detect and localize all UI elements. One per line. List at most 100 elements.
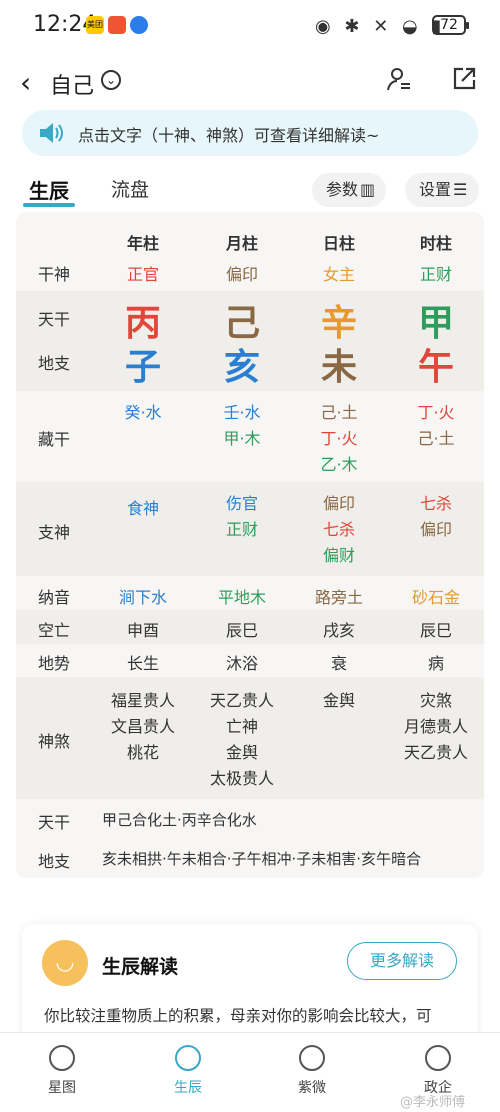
battery-indicator: 72 bbox=[432, 15, 469, 35]
yin-yang-icon bbox=[175, 1045, 201, 1071]
dishi-month[interactable]: 沐浴 bbox=[207, 650, 277, 674]
nav-label: 生辰 bbox=[174, 1080, 202, 1096]
nav-item-shengchen[interactable]: 生辰 bbox=[148, 1045, 228, 1097]
card-text: 你比较注重物质上的积累，母亲对你的影响会比较大，可 bbox=[44, 1007, 432, 1025]
tab-shengchen[interactable]: 生辰 bbox=[29, 175, 69, 204]
canggan-day-3[interactable]: 乙·木 bbox=[304, 451, 374, 475]
person-switch-icon[interactable] bbox=[386, 66, 412, 92]
zhishen-day-1[interactable]: 偏印 bbox=[304, 490, 374, 514]
meituan-icon: 美团 bbox=[86, 16, 104, 34]
column-header-day: 日柱 bbox=[322, 234, 355, 253]
shensha-month-4[interactable]: 太极贵人 bbox=[197, 765, 287, 789]
constellation-icon bbox=[299, 1045, 325, 1071]
canggan-day-2[interactable]: 丁·火 bbox=[304, 425, 374, 449]
bottom-nav: 星图 生辰 紫微 政企 @李永师傅 bbox=[0, 1032, 500, 1112]
shensha-year-1[interactable]: 福星贵人 bbox=[98, 687, 188, 711]
shensha-hour-3[interactable]: 天乙贵人 bbox=[391, 739, 481, 763]
params-button[interactable]: 参数 ▥ bbox=[312, 173, 386, 207]
row-label-ganshen: 干神 bbox=[38, 265, 71, 284]
shensha-year-2[interactable]: 文昌贵人 bbox=[98, 713, 188, 737]
shensha-hour-2[interactable]: 月德贵人 bbox=[391, 713, 481, 737]
star-chart-icon bbox=[49, 1045, 75, 1071]
shensha-day-1[interactable]: 金舆 bbox=[294, 687, 384, 711]
zhishen-year-1[interactable]: 食神 bbox=[108, 495, 178, 519]
dizhi-month[interactable]: 亥 bbox=[212, 338, 272, 390]
dishi-day[interactable]: 衰 bbox=[304, 650, 374, 674]
relations-dizhi[interactable]: 亥未相拱·午未相合·子午相冲·子未相害·亥午暗合 bbox=[102, 848, 421, 869]
compass-icon bbox=[425, 1045, 451, 1071]
speaker-icon bbox=[38, 121, 64, 145]
hint-text: 点击文字（十神、神煞）可查看详细解读~ bbox=[78, 126, 380, 145]
ganshen-year[interactable]: 正官 bbox=[108, 261, 178, 285]
zhishen-day-2[interactable]: 七杀 bbox=[304, 516, 374, 540]
zhishen-hour-2[interactable]: 偏印 bbox=[401, 516, 471, 540]
dishi-hour[interactable]: 病 bbox=[401, 650, 471, 674]
zhishen-month-2[interactable]: 正财 bbox=[207, 516, 277, 540]
column-header-month: 月柱 bbox=[225, 234, 258, 253]
zhishen-day-3[interactable]: 偏财 bbox=[304, 542, 374, 566]
dizhi-year[interactable]: 子 bbox=[113, 338, 173, 390]
ganshen-day[interactable]: 女主 bbox=[304, 261, 374, 285]
shensha-hour-1[interactable]: 灾煞 bbox=[391, 687, 481, 711]
nav-label: 星图 bbox=[48, 1080, 76, 1096]
dishi-year[interactable]: 长生 bbox=[108, 650, 178, 674]
canggan-day-1[interactable]: 己·土 bbox=[304, 399, 374, 423]
share-icon[interactable] bbox=[451, 66, 477, 92]
nayin-year[interactable]: 涧下水 bbox=[108, 584, 178, 608]
tab-bar: 生辰 流盘 参数 ▥ 设置 ☰ bbox=[0, 165, 500, 213]
status-bar: 12:24 美团 ◉ ✱ ✕ ◒ ▮ 72 bbox=[0, 0, 500, 52]
dizhi-hour[interactable]: 午 bbox=[406, 338, 466, 390]
row-label-tiangan: 天干 bbox=[38, 310, 71, 329]
chart-icon: ▥ bbox=[360, 180, 376, 199]
nav-item-ziwei[interactable]: 紫微 bbox=[272, 1045, 352, 1097]
more-interpretation-button[interactable]: 更多解读 bbox=[347, 942, 457, 980]
chevron-down-icon[interactable]: ⌄ bbox=[101, 70, 121, 90]
back-button[interactable]: ‹ bbox=[20, 66, 31, 99]
app-header: ‹ 自己 ⌄ bbox=[0, 52, 500, 110]
params-label: 参数 bbox=[326, 180, 359, 199]
shensha-month-1[interactable]: 天乙贵人 bbox=[197, 687, 287, 711]
nav-item-xingtu[interactable]: 星图 bbox=[22, 1045, 102, 1097]
nayin-month[interactable]: 平地木 bbox=[207, 584, 277, 608]
nayin-hour[interactable]: 砂石金 bbox=[401, 584, 471, 608]
interpretation-card: ◡ 生辰解读 更多解读 你比较注重物质上的积累，母亲对你的影响会比较大，可 bbox=[22, 924, 478, 1044]
canggan-hour-1[interactable]: 丁·火 bbox=[401, 399, 471, 423]
row-label-shensha: 神煞 bbox=[38, 732, 71, 751]
column-header-hour: 时柱 bbox=[419, 234, 452, 253]
kongwang-hour: 辰巳 bbox=[419, 621, 452, 640]
settings-label: 设置 bbox=[419, 180, 452, 199]
shensha-month-3[interactable]: 金舆 bbox=[197, 739, 287, 763]
shensha-month-2[interactable]: 亡神 bbox=[197, 713, 287, 737]
browser-icon bbox=[130, 16, 148, 34]
canggan-hour-2[interactable]: 己·土 bbox=[401, 425, 471, 449]
zhishen-month-1[interactable]: 伤官 bbox=[207, 490, 277, 514]
dizhi-day[interactable]: 未 bbox=[309, 338, 369, 390]
column-header-year: 年柱 bbox=[126, 234, 159, 253]
zhishen-hour-1[interactable]: 七杀 bbox=[401, 490, 471, 514]
profile-title[interactable]: 自己 bbox=[50, 68, 94, 100]
row-label-dishi: 地势 bbox=[38, 654, 71, 673]
ganshen-hour[interactable]: 正财 bbox=[401, 261, 471, 285]
relations-tiangan[interactable]: 甲己合化土·丙辛合化水 bbox=[102, 809, 257, 830]
nav-item-zhengqi[interactable]: 政企 bbox=[398, 1045, 478, 1097]
settings-button[interactable]: 设置 ☰ bbox=[405, 173, 479, 207]
watermark: @李永师傅 bbox=[400, 1095, 466, 1110]
status-icons: ◉ ✱ ✕ ◒ ▮ bbox=[315, 16, 446, 37]
active-tab-indicator bbox=[23, 203, 75, 207]
nayin-day[interactable]: 路旁土 bbox=[304, 584, 374, 608]
kongwang-day: 戌亥 bbox=[322, 621, 355, 640]
necklace-icon: ◡ bbox=[42, 940, 88, 986]
canggan-month-1[interactable]: 壬·水 bbox=[207, 399, 277, 423]
shensha-year-3[interactable]: 桃花 bbox=[98, 739, 188, 763]
video-app-icon bbox=[108, 16, 126, 34]
ganshen-month[interactable]: 偏印 bbox=[207, 261, 277, 285]
row-label-relations-dizhi: 地支 bbox=[38, 852, 71, 871]
sliders-icon: ☰ bbox=[453, 180, 468, 199]
canggan-year-1[interactable]: 癸·水 bbox=[108, 399, 178, 423]
canggan-month-2[interactable]: 甲·木 bbox=[207, 425, 277, 449]
card-title: 生辰解读 bbox=[102, 956, 179, 978]
row-label-nayin: 纳音 bbox=[38, 588, 71, 607]
row-label-dizhi: 地支 bbox=[38, 354, 71, 373]
tab-liupan[interactable]: 流盘 bbox=[111, 175, 149, 202]
row-label-canggan: 藏干 bbox=[38, 430, 71, 449]
